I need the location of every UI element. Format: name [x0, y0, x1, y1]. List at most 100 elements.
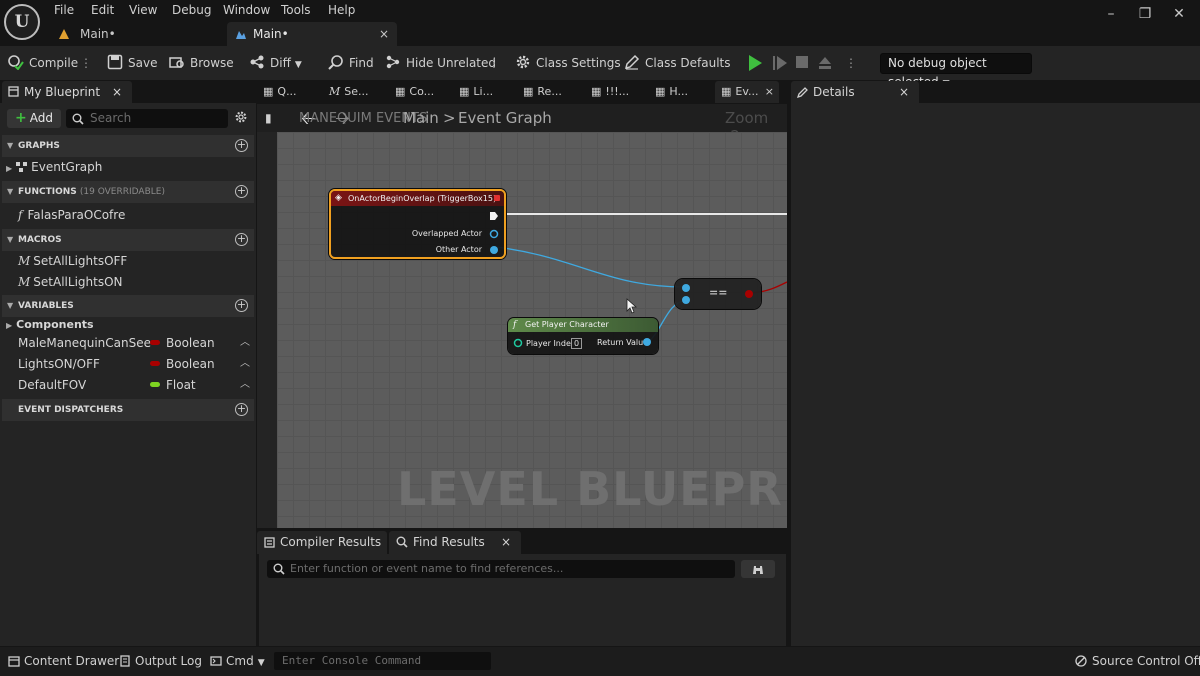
add-variable-icon[interactable]: +: [235, 299, 248, 312]
hide-unrelated-button[interactable]: Hide Unrelated: [385, 46, 496, 80]
variable-name[interactable]: MaleManequinCanSee: [18, 333, 151, 353]
source-control-button[interactable]: Source Control Off: [1075, 647, 1200, 676]
chevron-down-icon[interactable]: ︿: [238, 375, 252, 395]
graph-item-eventgraph[interactable]: ▶ EventGraph: [6, 157, 102, 177]
add-button[interactable]: + Add: [7, 109, 61, 128]
bookmark-icon[interactable]: ▮: [265, 111, 272, 125]
menu-debug[interactable]: Debug: [172, 2, 211, 18]
browse-button[interactable]: Browse: [169, 46, 234, 80]
close-tab-icon[interactable]: ×: [899, 81, 909, 103]
delegate-pin[interactable]: [494, 195, 500, 201]
graph-tab[interactable]: ▦ Li...: [459, 81, 493, 103]
restore-icon[interactable]: ❐: [1132, 4, 1158, 24]
graph-tab[interactable]: ▦ Re...: [523, 81, 562, 103]
breadcrumb-main[interactable]: Main: [403, 109, 439, 127]
add-graph-icon[interactable]: +: [235, 139, 248, 152]
diff-button[interactable]: Diff ▼: [249, 46, 302, 80]
tab-main-level[interactable]: Main•: [50, 22, 226, 46]
graph-canvas[interactable]: LEVEL BLUEPRINT ◈ OnActorBeginOverlap (T…: [277, 132, 787, 528]
compile-options-icon[interactable]: ⋮: [80, 54, 92, 72]
graph-tab[interactable]: ▦ Q...: [263, 81, 297, 103]
add-macro-icon[interactable]: +: [235, 233, 248, 246]
menu-window[interactable]: Window: [223, 2, 270, 18]
return-value-pin[interactable]: [642, 337, 652, 347]
section-functions[interactable]: ▼ FUNCTIONS (19 OVERRIDABLE) +: [2, 181, 254, 203]
variable-name[interactable]: DefaultFOV: [18, 375, 86, 395]
equal-output-pin[interactable]: [744, 289, 754, 299]
close-window-icon[interactable]: ✕: [1166, 4, 1192, 24]
close-tab-icon[interactable]: ×: [379, 22, 389, 46]
eject-button[interactable]: [817, 55, 833, 71]
graph-tab[interactable]: M Se...: [329, 81, 369, 103]
chevron-down-icon[interactable]: ︿: [238, 333, 252, 353]
equal-input-b-pin[interactable]: [681, 295, 691, 305]
close-tab-icon[interactable]: ×: [501, 531, 511, 554]
overlapped-actor-pin[interactable]: [489, 229, 499, 239]
components-category[interactable]: ▶ Components: [6, 315, 94, 335]
find-references-input[interactable]: Enter function or event name to find ref…: [267, 560, 735, 578]
equal-node[interactable]: ==: [675, 279, 761, 309]
section-variables[interactable]: ▼ VARIABLES +: [2, 295, 254, 317]
settings-gear-icon[interactable]: [234, 110, 248, 124]
console-command-input[interactable]: Enter Console Command: [274, 652, 491, 670]
class-defaults-button[interactable]: Class Defaults: [624, 46, 730, 80]
content-drawer-button[interactable]: Content Drawer: [8, 647, 119, 676]
variable-name[interactable]: LightsON/OFF: [18, 354, 100, 374]
tab-details[interactable]: Details ×: [791, 81, 919, 103]
play-button[interactable]: [747, 54, 763, 72]
other-actor-pin[interactable]: [489, 245, 499, 255]
tab-find-results[interactable]: Find Results ×: [389, 531, 521, 554]
find-in-all-blueprints-button[interactable]: [741, 560, 775, 578]
chevron-down-icon[interactable]: ︿: [238, 354, 252, 374]
minimize-icon[interactable]: –: [1098, 4, 1124, 24]
section-graphs[interactable]: ▼ GRAPHS +: [2, 135, 254, 157]
graph-tab[interactable]: ▦!!!...: [591, 81, 629, 103]
close-tab-icon[interactable]: ×: [112, 81, 122, 103]
section-macros[interactable]: ▼ MACROS +: [2, 229, 254, 251]
tab-compiler-results[interactable]: Compiler Results: [257, 531, 387, 554]
blueprint-search-input[interactable]: Search: [66, 109, 228, 128]
variable-type[interactable]: Boolean: [150, 354, 215, 374]
graph-icon: ▦: [263, 85, 274, 98]
macro-item[interactable]: M SetAllLightsON: [18, 272, 123, 292]
graph-icon: ▦: [591, 85, 602, 98]
graph-tab[interactable]: ▦ H...: [655, 81, 688, 103]
stop-button[interactable]: [795, 55, 809, 71]
tab-main-blueprint[interactable]: Main• ×: [227, 22, 397, 46]
menu-tools[interactable]: Tools: [281, 2, 311, 18]
breadcrumb-event-graph[interactable]: Event Graph: [458, 109, 552, 127]
compile-button[interactable]: Compile: [8, 46, 78, 80]
get-player-character-node[interactable]: f Get Player Character Player Index 0 Re…: [508, 318, 658, 354]
section-event-dispatchers[interactable]: EVENT DISPATCHERS +: [2, 399, 254, 421]
debug-object-select[interactable]: No debug object selected▼: [880, 53, 1032, 89]
unreal-logo-icon[interactable]: U: [4, 4, 40, 40]
output-log-button[interactable]: Output Log: [119, 647, 202, 676]
event-node-on-actor-begin-overlap[interactable]: ◈ OnActorBeginOverlap (TriggerBox15) Ove…: [329, 189, 506, 259]
find-button[interactable]: Find: [328, 46, 374, 80]
menu-edit[interactable]: Edit: [91, 2, 114, 18]
equal-input-a-pin[interactable]: [681, 283, 691, 293]
hide-unrelated-options-icon[interactable]: ⋮: [488, 54, 500, 72]
exec-out-pin[interactable]: [489, 211, 499, 221]
close-tab-icon[interactable]: ×: [765, 81, 774, 103]
player-index-value-input[interactable]: 0: [571, 338, 582, 349]
menu-file[interactable]: File: [54, 2, 74, 18]
player-index-pin[interactable]: [513, 338, 523, 348]
add-function-icon[interactable]: +: [235, 185, 248, 198]
function-item[interactable]: f FalasParaOCofre: [18, 205, 125, 225]
play-options-icon[interactable]: ⋮: [845, 54, 857, 72]
graph-tab[interactable]: ▦ Co...: [395, 81, 434, 103]
variable-type[interactable]: Boolean: [150, 333, 215, 353]
variable-type[interactable]: Float: [150, 375, 196, 395]
add-event-dispatcher-icon[interactable]: +: [235, 403, 248, 416]
my-blueprint-icon: [8, 86, 19, 97]
cmd-dropdown[interactable]: Cmd ▼: [210, 647, 265, 676]
menu-view[interactable]: View: [129, 2, 157, 18]
class-settings-button[interactable]: Class Settings: [515, 46, 621, 80]
save-button[interactable]: Save: [107, 46, 157, 80]
step-button[interactable]: [772, 54, 788, 72]
menu-help[interactable]: Help: [328, 2, 355, 18]
graph-tab-event-graph[interactable]: ▦ Ev... ×: [715, 81, 779, 103]
tab-my-blueprint[interactable]: My Blueprint ×: [2, 81, 132, 103]
macro-item[interactable]: M SetAllLightsOFF: [18, 251, 127, 271]
